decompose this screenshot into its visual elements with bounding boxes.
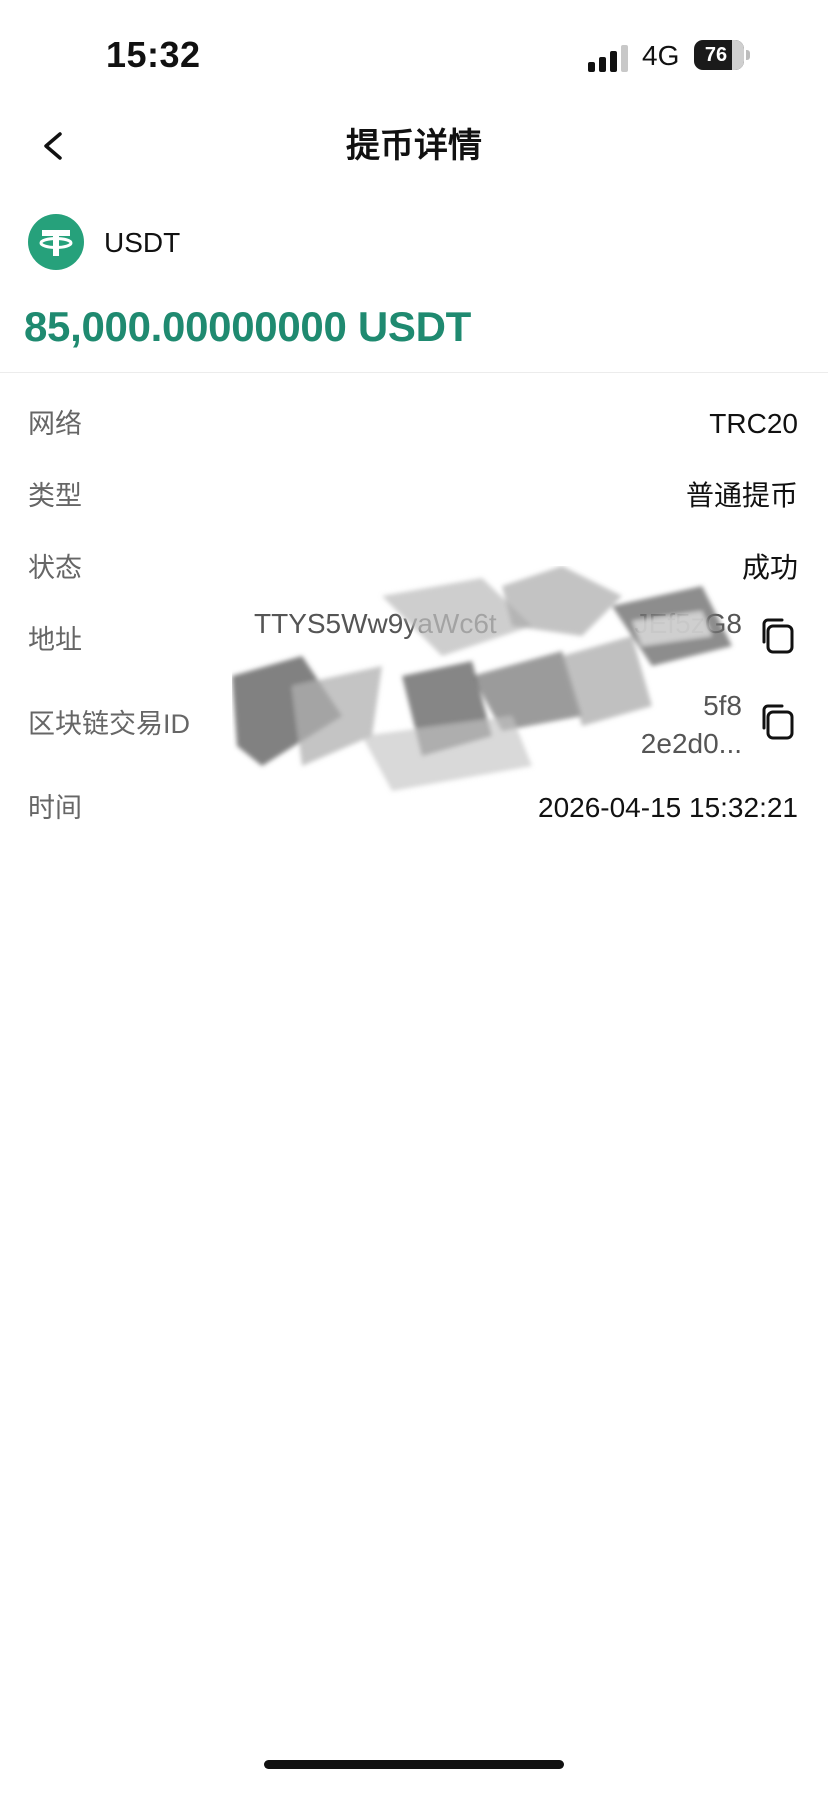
cellular-signal-icon [588, 44, 632, 72]
page-title: 提币详情 [346, 127, 482, 165]
battery-icon: 76 [694, 40, 752, 70]
address-value: TTYS5Ww9yaWc6t [254, 608, 497, 639]
status-value: 成功 [741, 552, 798, 583]
copy-address-button[interactable] [756, 614, 798, 656]
withdrawal-amount: 85,000.00000000 USDT [24, 303, 471, 350]
coin-name: USDT [104, 227, 181, 258]
txid-label: 区块链交易ID [28, 709, 190, 739]
address-label: 地址 [28, 625, 82, 655]
copy-icon [762, 704, 794, 740]
txid-value-line2: 2e2d0... [640, 728, 742, 759]
time-label: 时间 [28, 793, 82, 823]
chevron-left-icon [44, 132, 62, 160]
address-value-tail: JEf5zG8 [634, 608, 742, 639]
tether-logo-icon [28, 214, 84, 270]
status-bar: 15:32 4G 76 [0, 0, 828, 110]
divider [0, 372, 828, 373]
back-button[interactable] [36, 122, 76, 170]
network-type: 4G [642, 40, 680, 71]
type-label: 类型 [28, 481, 82, 511]
home-indicator [264, 1760, 564, 1769]
battery-percent: 76 [704, 44, 728, 66]
time-value: 2026-04-15 15:32:21 [538, 792, 798, 823]
status-time: 15:32 [106, 34, 201, 75]
copy-icon [762, 618, 794, 654]
network-value: TRC20 [709, 408, 798, 439]
type-value: 普通提币 [685, 480, 798, 511]
copy-txid-button[interactable] [756, 700, 798, 742]
network-label: 网络 [28, 409, 82, 439]
status-label: 状态 [28, 553, 82, 583]
txid-value-line1: 5f8 [703, 690, 742, 721]
